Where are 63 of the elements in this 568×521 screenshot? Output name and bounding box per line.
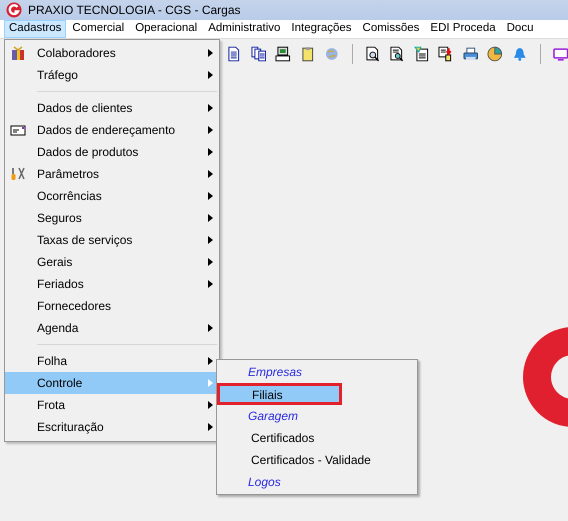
menu-item[interactable]: Gerais [5, 251, 219, 273]
app-logo-icon [6, 2, 22, 18]
document-icon[interactable] [226, 46, 242, 62]
document-search-icon[interactable] [389, 46, 405, 62]
documents-icon[interactable] [250, 46, 266, 62]
menu-bar-item[interactable]: Cadastros [4, 20, 66, 38]
menu-item[interactable]: Colaboradores [5, 42, 219, 64]
submenu-arrow-icon [208, 126, 213, 134]
menu-bar-item[interactable]: EDI Proceda [425, 20, 501, 38]
menu-group-label: Logos [247, 474, 282, 491]
document-search-icon[interactable] [364, 46, 380, 62]
menu-bar-item[interactable]: Comercial [67, 20, 130, 38]
menu-item[interactable]: Dados de clientes [5, 97, 219, 119]
submenu-arrow-icon [208, 258, 213, 266]
menu-item[interactable]: Seguros [5, 207, 219, 229]
menu-item[interactable]: Frota [5, 394, 219, 416]
printer-icon[interactable] [462, 46, 478, 62]
menu-bar-item[interactable]: Administrativo [203, 20, 286, 38]
bell-icon[interactable] [512, 46, 528, 62]
menu-item[interactable]: Escrituração [5, 416, 219, 438]
menu-item[interactable]: Dados de produtos [5, 141, 219, 163]
menu-item[interactable]: Certificados - Validade [217, 449, 417, 471]
spreadsheet-icon[interactable] [414, 46, 430, 62]
window-title: PRAXIO TECNOLOGIA - CGS - Cargas [28, 3, 240, 17]
menu-item[interactable]: Agenda [5, 317, 219, 350]
computer-icon[interactable] [275, 46, 291, 62]
submenu-arrow-icon [208, 49, 213, 57]
submenu-arrow-icon [208, 71, 213, 79]
submenu-arrow-icon [208, 357, 213, 365]
submenu-arrow-icon [208, 148, 213, 156]
submenu-arrow-icon [208, 324, 213, 332]
menu-item[interactable]: Tráfego [5, 64, 219, 97]
submenu-arrow-icon [208, 280, 213, 288]
submenu-arrow-icon [208, 192, 213, 200]
pie-chart-icon[interactable] [487, 46, 503, 62]
menu-group-label: Empresas [247, 364, 304, 381]
menu-item[interactable]: Folha [5, 350, 219, 372]
menu-item[interactable]: Dados de endereçamento [5, 119, 219, 141]
menu-item[interactable]: Certificados [217, 427, 417, 449]
menu-item[interactable]: Controle [5, 372, 219, 394]
tools-icon [10, 166, 26, 182]
menu-bar-item[interactable]: Comissões [358, 20, 424, 38]
menu-bar-item[interactable]: Operacional [130, 20, 202, 38]
menu-item[interactable]: Taxas de serviços [5, 229, 219, 251]
submenu-arrow-icon [208, 236, 213, 244]
menu-bar-item[interactable]: Integrações [286, 20, 357, 38]
submenu-arrow-icon [208, 104, 213, 112]
menu-group-label: Garagem [247, 408, 300, 425]
menu-item[interactable]: Ocorrências [5, 185, 219, 207]
menu-bar-item[interactable]: Docu [502, 20, 538, 38]
submenu-arrow-icon [208, 423, 213, 431]
submenu-arrow-icon [208, 170, 213, 178]
clipboard-icon[interactable] [300, 46, 316, 62]
menu-item[interactable]: Parâmetros [5, 163, 219, 185]
menu-item[interactable]: Fornecedores [5, 295, 219, 317]
submenu-arrow-icon [208, 379, 213, 387]
document-arrow-icon[interactable] [438, 46, 454, 62]
submenu-arrow-icon [208, 401, 213, 409]
menu-item[interactable]: Filiais [217, 383, 342, 405]
menu-item[interactable]: Feriados [5, 273, 219, 295]
monitor-icon[interactable] [552, 46, 568, 62]
submenu-arrow-icon [208, 214, 213, 222]
gift-icon [10, 45, 26, 61]
